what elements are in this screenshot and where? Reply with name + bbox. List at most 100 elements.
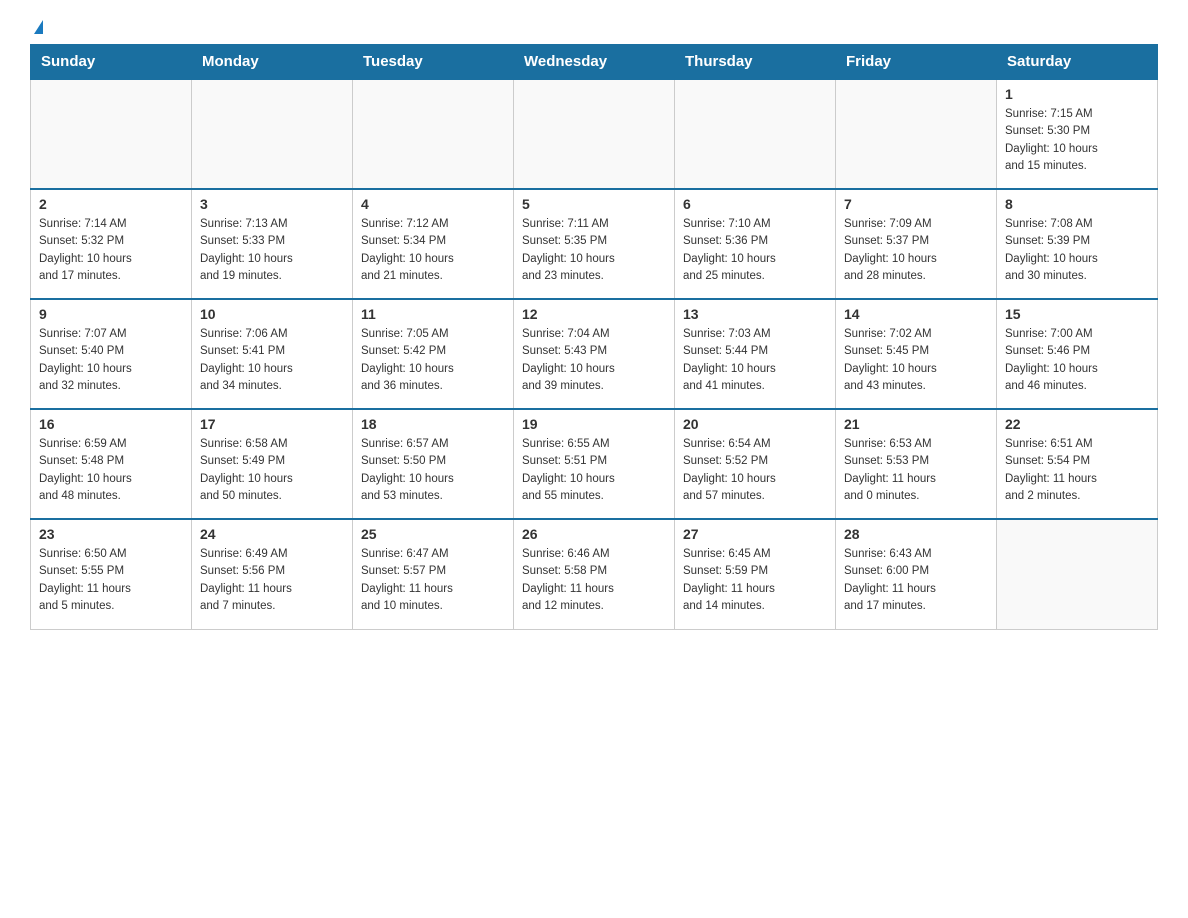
calendar-cell: 26 Sunrise: 6:46 AMSunset: 5:58 PMDayligh… [514, 519, 675, 629]
calendar-cell [514, 79, 675, 189]
day-info: Sunrise: 7:09 AMSunset: 5:37 PMDaylight:… [844, 216, 988, 285]
calendar-cell: 14Sunrise: 7:02 AMSunset: 5:45 PMDayligh… [836, 299, 997, 409]
day-number: 5 [522, 196, 666, 212]
calendar-cell: 11 Sunrise: 7:05 AMSunset: 5:42 PMDayligh… [353, 299, 514, 409]
logo [30, 20, 43, 34]
weekday-header-sunday: Sunday [31, 45, 192, 80]
calendar-table: SundayMondayTuesdayWednesdayThursdayFrid… [30, 44, 1158, 630]
calendar-cell: 12 Sunrise: 7:04 AMSunset: 5:43 PMDayligh… [514, 299, 675, 409]
calendar-cell: 3 Sunrise: 7:13 AMSunset: 5:33 PMDaylight… [192, 189, 353, 299]
day-number: 27 [683, 526, 827, 542]
day-number: 25 [361, 526, 505, 542]
day-number: 15 [1005, 306, 1149, 322]
calendar-cell: 24Sunrise: 6:49 AMSunset: 5:56 PMDayligh… [192, 519, 353, 629]
calendar-cell [31, 79, 192, 189]
weekday-header-monday: Monday [192, 45, 353, 80]
day-info: Sunrise: 6:50 AMSunset: 5:55 PMDaylight:… [39, 546, 183, 615]
day-number: 9 [39, 306, 183, 322]
day-number: 28 [844, 526, 988, 542]
day-info: Sunrise: 7:12 AMSunset: 5:34 PMDaylight:… [361, 216, 505, 285]
day-number: 2 [39, 196, 183, 212]
calendar-cell: 6 Sunrise: 7:10 AMSunset: 5:36 PMDaylight… [675, 189, 836, 299]
day-number: 13 [683, 306, 827, 322]
calendar-cell: 1 Sunrise: 7:15 AMSunset: 5:30 PMDaylight… [997, 79, 1158, 189]
day-info: Sunrise: 6:43 AMSunset: 6:00 PMDaylight:… [844, 546, 988, 615]
calendar-cell: 16 Sunrise: 6:59 AMSunset: 5:48 PMDayligh… [31, 409, 192, 519]
day-number: 19 [522, 416, 666, 432]
calendar-cell: 20 Sunrise: 6:54 AMSunset: 5:52 PMDayligh… [675, 409, 836, 519]
day-number: 7 [844, 196, 988, 212]
day-info: Sunrise: 6:55 AMSunset: 5:51 PMDaylight:… [522, 436, 666, 505]
page-header [30, 20, 1158, 34]
day-info: Sunrise: 7:10 AMSunset: 5:36 PMDaylight:… [683, 216, 827, 285]
day-number: 10 [200, 306, 344, 322]
logo-wordmark [30, 20, 43, 34]
day-number: 14 [844, 306, 988, 322]
day-info: Sunrise: 6:54 AMSunset: 5:52 PMDaylight:… [683, 436, 827, 505]
calendar-cell: 23 Sunrise: 6:50 AMSunset: 5:55 PMDayligh… [31, 519, 192, 629]
calendar-cell [192, 79, 353, 189]
weekday-header-friday: Friday [836, 45, 997, 80]
day-number: 1 [1005, 86, 1149, 102]
weekday-header-wednesday: Wednesday [514, 45, 675, 80]
calendar-cell: 4 Sunrise: 7:12 AMSunset: 5:34 PMDaylight… [353, 189, 514, 299]
day-number: 18 [361, 416, 505, 432]
day-info: Sunrise: 7:08 AMSunset: 5:39 PMDaylight:… [1005, 216, 1149, 285]
calendar-week-row: 1 Sunrise: 7:15 AMSunset: 5:30 PMDaylight… [31, 79, 1158, 189]
calendar-cell [675, 79, 836, 189]
calendar-cell: 9 Sunrise: 7:07 AMSunset: 5:40 PMDaylight… [31, 299, 192, 409]
day-info: Sunrise: 7:05 AMSunset: 5:42 PMDaylight:… [361, 326, 505, 395]
calendar-cell: 17 Sunrise: 6:58 AMSunset: 5:49 PMDayligh… [192, 409, 353, 519]
day-info: Sunrise: 6:47 AMSunset: 5:57 PMDaylight:… [361, 546, 505, 615]
calendar-cell: 28 Sunrise: 6:43 AMSunset: 6:00 PMDayligh… [836, 519, 997, 629]
day-number: 23 [39, 526, 183, 542]
calendar-week-row: 23 Sunrise: 6:50 AMSunset: 5:55 PMDayligh… [31, 519, 1158, 629]
day-info: Sunrise: 7:06 AMSunset: 5:41 PMDaylight:… [200, 326, 344, 395]
calendar-cell: 2 Sunrise: 7:14 AMSunset: 5:32 PMDaylight… [31, 189, 192, 299]
day-info: Sunrise: 7:04 AMSunset: 5:43 PMDaylight:… [522, 326, 666, 395]
day-info: Sunrise: 7:14 AMSunset: 5:32 PMDaylight:… [39, 216, 183, 285]
calendar-cell [353, 79, 514, 189]
day-number: 6 [683, 196, 827, 212]
calendar-week-row: 9 Sunrise: 7:07 AMSunset: 5:40 PMDaylight… [31, 299, 1158, 409]
day-info: Sunrise: 7:07 AMSunset: 5:40 PMDaylight:… [39, 326, 183, 395]
day-info: Sunrise: 6:51 AMSunset: 5:54 PMDaylight:… [1005, 436, 1149, 505]
day-info: Sunrise: 6:57 AMSunset: 5:50 PMDaylight:… [361, 436, 505, 505]
day-info: Sunrise: 7:13 AMSunset: 5:33 PMDaylight:… [200, 216, 344, 285]
day-number: 20 [683, 416, 827, 432]
day-info: Sunrise: 6:59 AMSunset: 5:48 PMDaylight:… [39, 436, 183, 505]
day-number: 16 [39, 416, 183, 432]
calendar-cell: 19 Sunrise: 6:55 AMSunset: 5:51 PMDayligh… [514, 409, 675, 519]
day-info: Sunrise: 7:11 AMSunset: 5:35 PMDaylight:… [522, 216, 666, 285]
calendar-cell: 13 Sunrise: 7:03 AMSunset: 5:44 PMDayligh… [675, 299, 836, 409]
calendar-cell: 18 Sunrise: 6:57 AMSunset: 5:50 PMDayligh… [353, 409, 514, 519]
calendar-cell: 5 Sunrise: 7:11 AMSunset: 5:35 PMDaylight… [514, 189, 675, 299]
calendar-cell: 27Sunrise: 6:45 AMSunset: 5:59 PMDayligh… [675, 519, 836, 629]
day-number: 21 [844, 416, 988, 432]
calendar-cell: 7 Sunrise: 7:09 AMSunset: 5:37 PMDaylight… [836, 189, 997, 299]
day-number: 26 [522, 526, 666, 542]
day-info: Sunrise: 6:53 AMSunset: 5:53 PMDaylight:… [844, 436, 988, 505]
day-info: Sunrise: 6:58 AMSunset: 5:49 PMDaylight:… [200, 436, 344, 505]
day-info: Sunrise: 6:49 AMSunset: 5:56 PMDaylight:… [200, 546, 344, 615]
day-info: Sunrise: 6:46 AMSunset: 5:58 PMDaylight:… [522, 546, 666, 615]
day-info: Sunrise: 7:15 AMSunset: 5:30 PMDaylight:… [1005, 106, 1149, 175]
day-number: 12 [522, 306, 666, 322]
calendar-cell [997, 519, 1158, 629]
calendar-cell: 15Sunrise: 7:00 AMSunset: 5:46 PMDayligh… [997, 299, 1158, 409]
calendar-cell [836, 79, 997, 189]
calendar-week-row: 2 Sunrise: 7:14 AMSunset: 5:32 PMDaylight… [31, 189, 1158, 299]
calendar-cell: 8 Sunrise: 7:08 AMSunset: 5:39 PMDaylight… [997, 189, 1158, 299]
day-number: 3 [200, 196, 344, 212]
day-number: 17 [200, 416, 344, 432]
calendar-cell: 22Sunrise: 6:51 AMSunset: 5:54 PMDayligh… [997, 409, 1158, 519]
day-number: 11 [361, 306, 505, 322]
weekday-header-thursday: Thursday [675, 45, 836, 80]
day-info: Sunrise: 7:03 AMSunset: 5:44 PMDaylight:… [683, 326, 827, 395]
calendar-cell: 21 Sunrise: 6:53 AMSunset: 5:53 PMDayligh… [836, 409, 997, 519]
calendar-week-row: 16 Sunrise: 6:59 AMSunset: 5:48 PMDayligh… [31, 409, 1158, 519]
day-number: 4 [361, 196, 505, 212]
weekday-header-row: SundayMondayTuesdayWednesdayThursdayFrid… [31, 45, 1158, 80]
weekday-header-tuesday: Tuesday [353, 45, 514, 80]
day-number: 8 [1005, 196, 1149, 212]
